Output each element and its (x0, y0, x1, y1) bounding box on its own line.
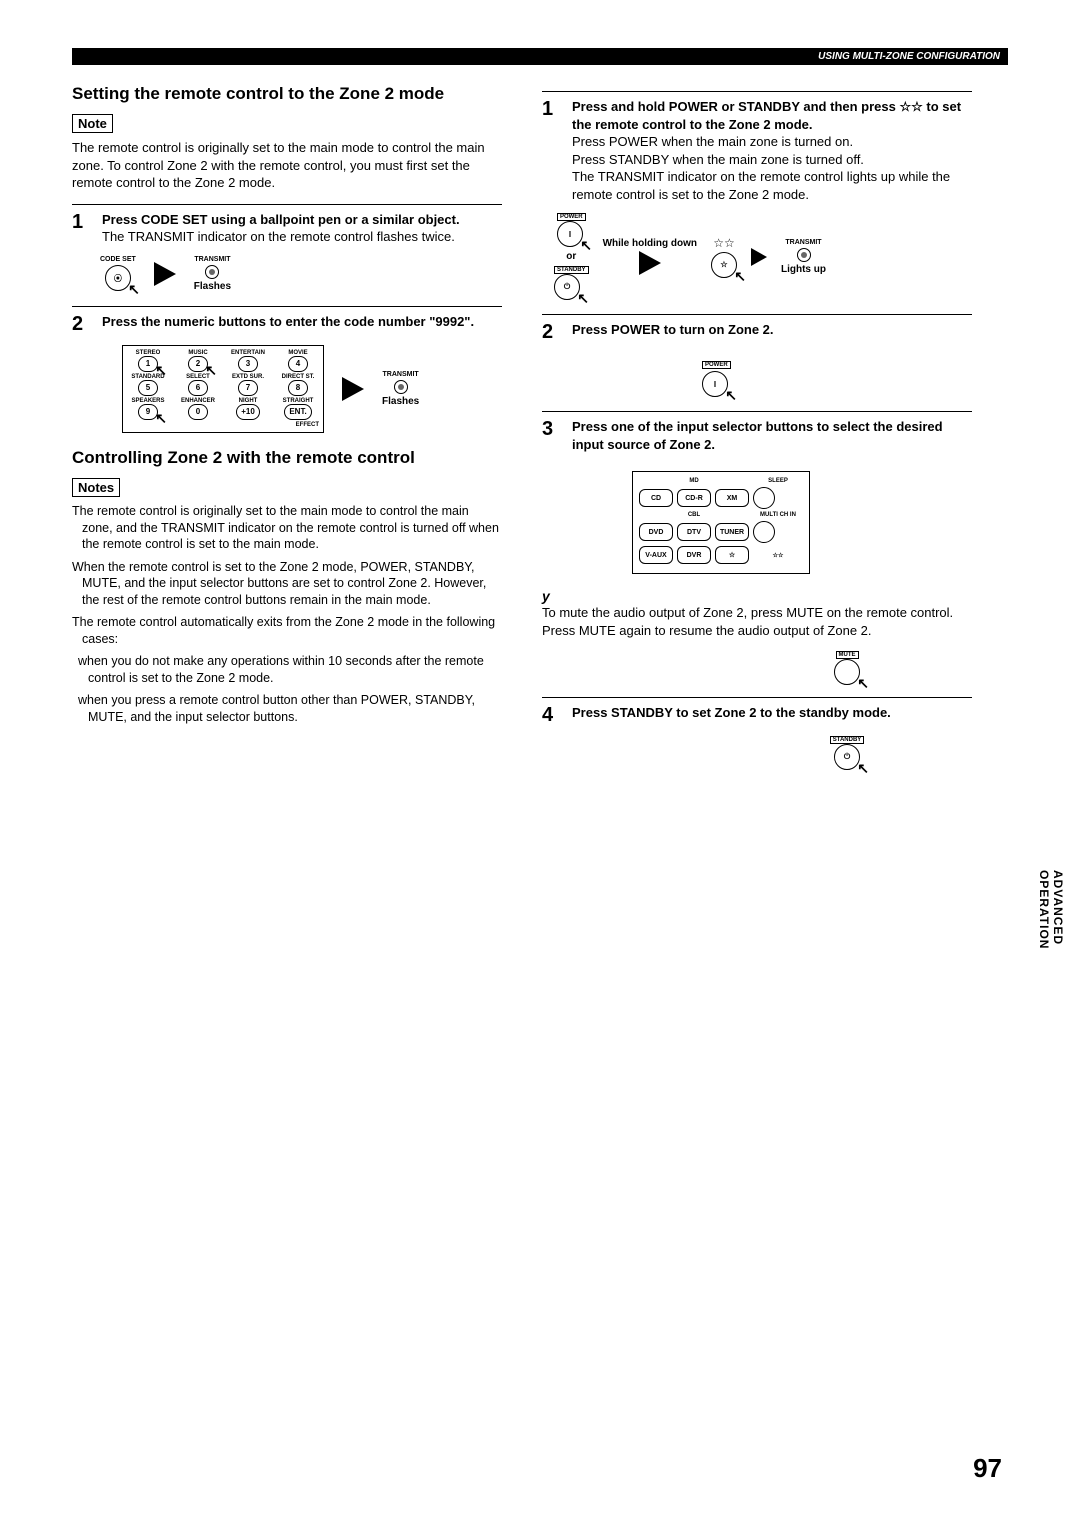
sel-vaux: V-AUX (639, 546, 673, 564)
flashes-label: Flashes (382, 396, 419, 407)
transmit-label: TRANSMIT (785, 239, 821, 246)
transmit-label: TRANSMIT (383, 371, 419, 378)
sel-dvr: DVR (677, 546, 711, 564)
y-text: To mute the audio output of Zone 2, pres… (542, 604, 972, 639)
numeric-keypad: STEREO1 MUSIC2 ENTERTAIN3 MOVIE4 STANDAR… (122, 345, 324, 433)
key-6: 6 (188, 380, 208, 396)
sel-dvd: DVD (639, 523, 673, 541)
sel-star: ☆ (715, 546, 749, 564)
star-button-icon: ☆ (711, 252, 737, 278)
key-4: 4 (288, 356, 308, 372)
rstep1-l1: Press POWER when the main zone is turned… (572, 134, 853, 149)
power-button-icon: I (702, 371, 728, 397)
sel-cd: CD (639, 489, 673, 507)
notes-label: Notes (72, 478, 120, 497)
power-label: POWER (702, 361, 731, 369)
key-5: 5 (138, 380, 158, 396)
rstep1-bold: Press and hold POWER or STANDBY and then… (572, 99, 961, 132)
arrow-icon (751, 248, 767, 266)
header-banner: USING MULTI-ZONE CONFIGURATION (72, 48, 1008, 65)
page-number: 97 (973, 1453, 1002, 1484)
key-3: 3 (238, 356, 258, 372)
sel-tuner: TUNER (715, 523, 749, 541)
notes-list: The remote control is originally set to … (72, 503, 502, 725)
arrow-icon (154, 262, 176, 286)
standby-label: STANDBY (830, 736, 865, 744)
rstep3-bold: Press one of the input selector buttons … (572, 419, 943, 452)
key-ent: ENT. (284, 404, 311, 420)
standby-button-icon: ⏻ (554, 274, 580, 300)
fig-numpad: STEREO1 MUSIC2 ENTERTAIN3 MOVIE4 STANDAR… (122, 345, 502, 433)
side-tab-line1: OPERATION (1037, 870, 1051, 949)
or-label: or (566, 251, 576, 262)
hold-label: While holding down (603, 238, 697, 249)
step-number: 1 (542, 98, 562, 203)
note-text: The remote control is originally set to … (72, 139, 502, 192)
sel-sleep (753, 487, 775, 509)
star-glyph: ☆☆ (753, 552, 803, 559)
step2-bold: Press the numeric buttons to enter the c… (102, 314, 474, 329)
side-tab-line2: ADVANCED (1051, 870, 1065, 949)
fig-mute: MUTE (722, 651, 972, 685)
right-column: 1 Press and hold POWER or STANDBY and th… (542, 83, 972, 782)
codeset-label: CODE SET (100, 256, 136, 263)
y-tip-icon: y (542, 588, 972, 604)
key-1: 1 (138, 356, 158, 372)
step1-text: The TRANSMIT indicator on the remote con… (102, 229, 455, 244)
note-subbullet: when you do not make any operations with… (88, 653, 502, 686)
step-number: 2 (542, 321, 562, 343)
step1-bold: Press CODE SET using a ballpoint pen or … (102, 212, 460, 227)
arrow-icon (342, 377, 364, 401)
mute-button-icon (834, 659, 860, 685)
sel-xm: XM (715, 489, 749, 507)
lights-up-label: Lights up (781, 264, 826, 275)
rstep2-bold: Press POWER to turn on Zone 2. (572, 322, 774, 337)
power-label: POWER (557, 213, 586, 221)
key-8: 8 (288, 380, 308, 396)
mute-label: MUTE (836, 651, 859, 659)
section-title-control-zone2: Controlling Zone 2 with the remote contr… (72, 447, 502, 468)
rstep1-l2: Press STANDBY when the main zone is turn… (572, 152, 864, 167)
transmit-indicator-icon (797, 248, 811, 262)
key-0: 0 (188, 404, 208, 420)
left-column: Setting the remote control to the Zone 2… (72, 83, 502, 782)
note-label: Note (72, 114, 113, 133)
step-number: 3 (542, 418, 562, 453)
sel-cdr: CD-R (677, 489, 711, 507)
standby-button-icon: ⏻ (834, 744, 860, 770)
step-number: 2 (72, 313, 92, 335)
flashes-label: Flashes (194, 281, 231, 292)
note-bullet: The remote control is originally set to … (82, 503, 502, 553)
section-title-set-zone2: Setting the remote control to the Zone 2… (72, 83, 502, 104)
transmit-label: TRANSMIT (194, 256, 230, 263)
arrow-icon (639, 251, 661, 275)
fig-power-only: POWER I (702, 353, 972, 397)
rstep4-bold: Press STANDBY to set Zone 2 to the stand… (572, 705, 891, 720)
rstep1-l3: The TRANSMIT indicator on the remote con… (572, 169, 950, 202)
fig-power-standby: POWER I or STANDBY ⏻ While holding down … (554, 213, 972, 300)
sel-multichin (753, 521, 775, 543)
key-2: 2 (188, 356, 208, 372)
key-9: 9 (138, 404, 158, 420)
standby-label: STANDBY (554, 266, 589, 274)
side-tab: OPERATION ADVANCED (1037, 870, 1065, 949)
input-selector-panel: MD SLEEP CD CD-R XM CBL MULTI CH IN DVD … (632, 471, 810, 574)
transmit-indicator-icon (394, 380, 408, 394)
key-7: 7 (238, 380, 258, 396)
codeset-button-icon: ⦿ (105, 265, 131, 291)
transmit-indicator-icon (205, 265, 219, 279)
note-bullet: When the remote control is set to the Zo… (82, 559, 502, 609)
star-label: ☆☆ (713, 236, 735, 250)
note-bullet: The remote control automatically exits f… (82, 614, 502, 647)
step-number: 1 (72, 211, 92, 246)
fig-standby: STANDBY ⏻ (722, 736, 972, 770)
sel-dtv: DTV (677, 523, 711, 541)
note-subbullet: when you press a remote control button o… (88, 692, 502, 725)
power-button-icon: I (557, 221, 583, 247)
step-number: 4 (542, 704, 562, 726)
key-plus10: +10 (236, 404, 260, 420)
fig-codeset: CODE SET ⦿ TRANSMIT Flashes (100, 256, 502, 292)
